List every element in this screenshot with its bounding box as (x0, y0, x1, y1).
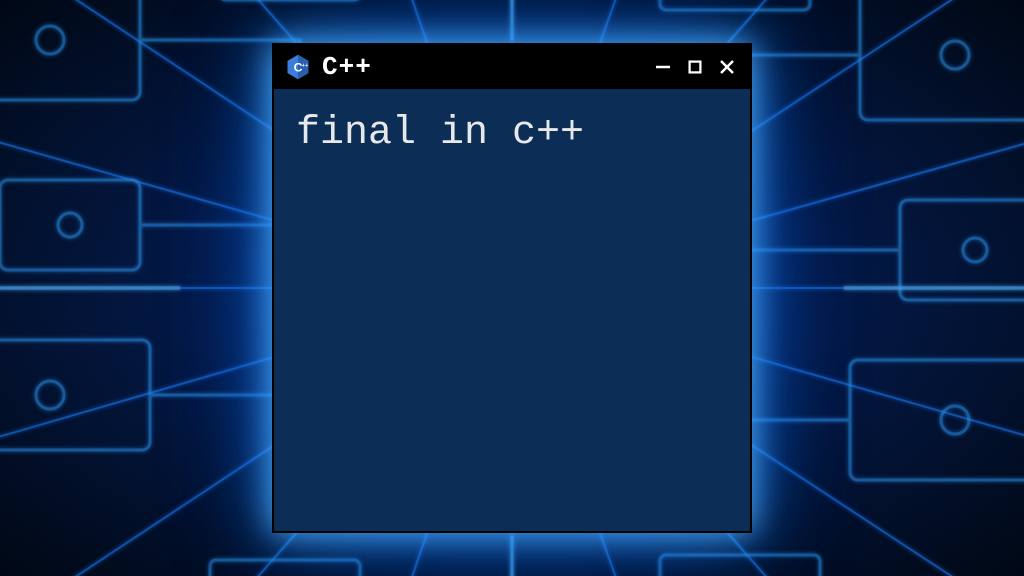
window-body: final in c++ (274, 89, 750, 531)
close-button[interactable] (714, 54, 740, 80)
terminal-window: C + + C++ final in c++ (272, 43, 752, 533)
window-titlebar: C + + C++ (274, 45, 750, 89)
maximize-button[interactable] (682, 54, 708, 80)
content-text: final in c++ (296, 111, 728, 156)
window-title: C++ (322, 52, 372, 82)
minimize-button[interactable] (650, 54, 676, 80)
window-controls (650, 54, 740, 80)
cpp-logo-icon: C + + (284, 53, 312, 81)
svg-text:+: + (302, 63, 305, 69)
svg-text:+: + (305, 63, 308, 69)
